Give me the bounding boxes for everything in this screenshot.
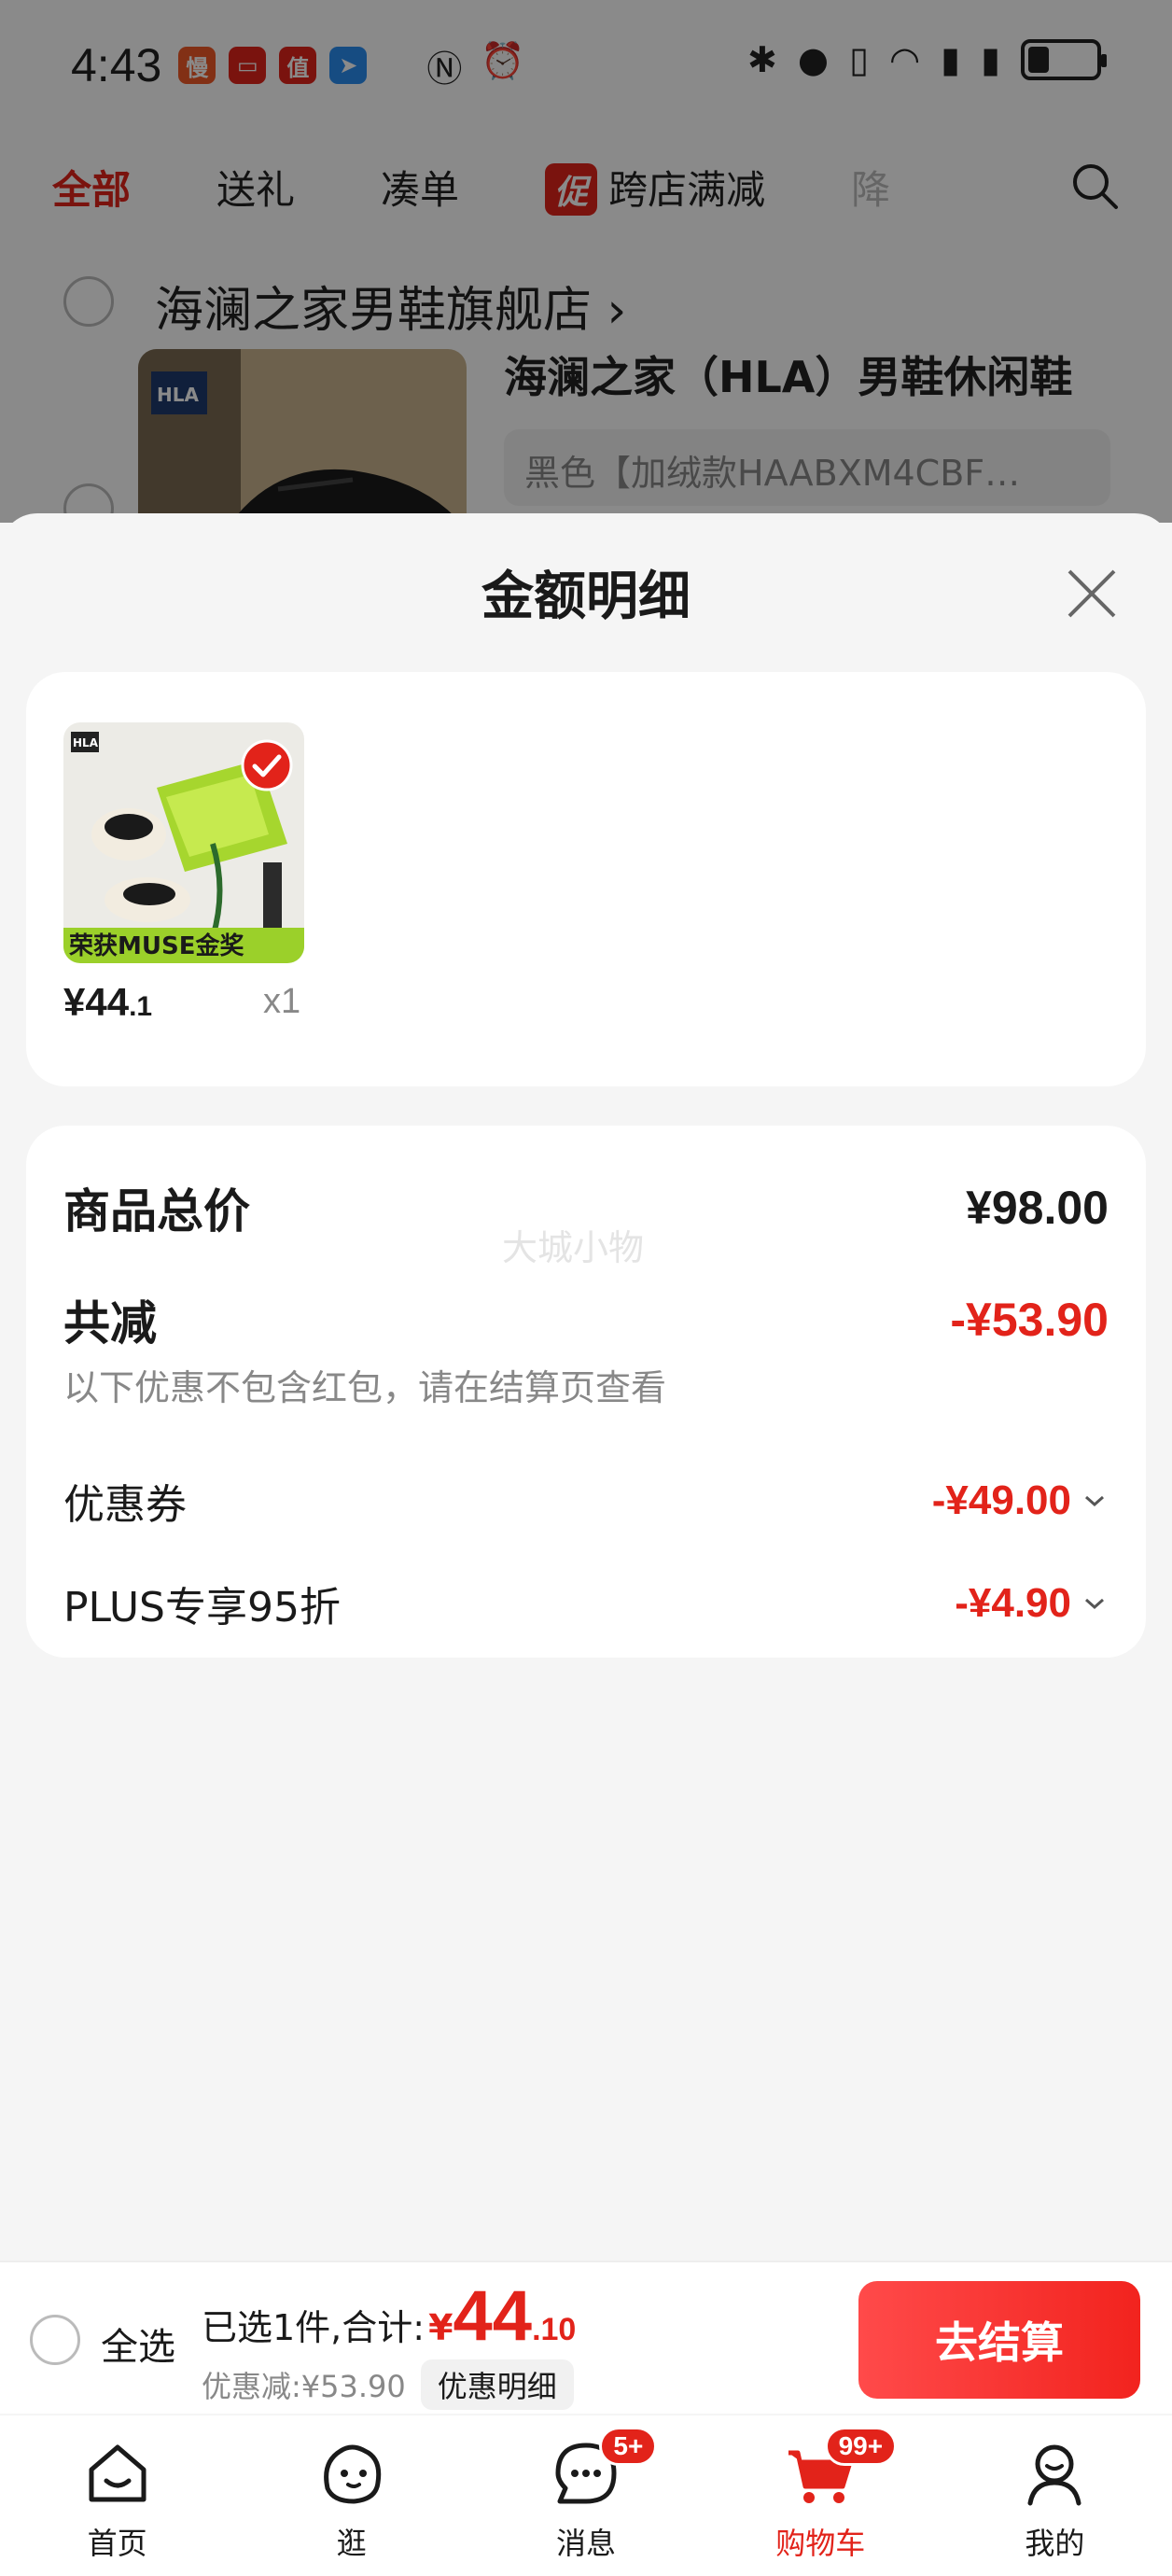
discount-amount: 优惠减:¥53.90 (202, 2369, 406, 2404)
nav-label: 首页 (87, 2526, 147, 2561)
nav-cart[interactable]: 99+ 购物车 (704, 2415, 938, 2576)
home-icon (89, 2444, 146, 2502)
reduce-label: 共减 (63, 1296, 157, 1351)
nav-home[interactable]: 首页 (0, 2415, 234, 2576)
modal-overlay[interactable] (0, 0, 1172, 523)
profile-icon (1027, 2444, 1081, 2506)
message-badge: 5+ (599, 2427, 658, 2466)
sheet-title: 金额明细 (481, 567, 691, 627)
cart-badge: 99+ (824, 2427, 898, 2466)
checkout-button[interactable]: 去结算 (858, 2281, 1140, 2399)
nav-browse[interactable]: 逛 (234, 2415, 468, 2576)
plus-discount-label: PLUS专享95折 (63, 1584, 341, 1631)
selected-items-card: HLA 荣获MUSE金奖 ¥44.1 x1 (26, 672, 1146, 1086)
product-image: HLA 荣获MUSE金奖 (63, 722, 304, 963)
select-all-label[interactable]: 全选 (101, 2317, 175, 2371)
nav-label: 逛 (336, 2526, 367, 2561)
nav-label: 我的 (1025, 2526, 1085, 2561)
coupon-value[interactable]: -¥49.00 (932, 1477, 1109, 1524)
browse-icon (323, 2444, 381, 2504)
total-value: ¥98.00 (966, 1182, 1109, 1234)
plus-discount-value[interactable]: -¥4.90 (955, 1580, 1109, 1627)
selected-count: 已选1件,合计: (202, 2307, 426, 2348)
chevron-down-icon[interactable] (1081, 1487, 1109, 1515)
reduce-value: -¥53.90 (950, 1294, 1109, 1346)
select-all-radio[interactable] (30, 2315, 80, 2365)
product-quantity: x1 (263, 982, 301, 1021)
plus-discount-row[interactable]: PLUS专享95折 -¥4.90 (63, 1574, 1109, 1633)
product-image-caption: 荣获MUSE金奖 (69, 931, 244, 960)
total-integer: 44 (453, 2276, 533, 2356)
nav-messages[interactable]: 5+ 消息 (468, 2415, 703, 2576)
check-icon (241, 739, 293, 791)
reduce-row: 共减 -¥53.90 (63, 1286, 1109, 1353)
nav-label: 消息 (556, 2526, 617, 2561)
coupon-label: 优惠券 (63, 1481, 187, 1529)
coupon-row[interactable]: 优惠券 -¥49.00 (63, 1471, 1109, 1531)
discount-detail-button[interactable]: 优惠明细 (420, 2359, 574, 2410)
bottom-nav: 首页 逛 5+ 消息 99+ 购物车 我的 (0, 2415, 1172, 2576)
nav-profile[interactable]: 我的 (938, 2415, 1172, 2576)
product-price: ¥44.1 (63, 980, 153, 1024)
discount-note: 以下优惠不包含红包，请在结算页查看 (63, 1367, 667, 1408)
currency-symbol: ¥ (428, 2307, 453, 2348)
chevron-down-icon[interactable] (1081, 1589, 1109, 1617)
close-icon[interactable] (1064, 566, 1120, 622)
checkout-discount: 优惠减:¥53.90 优惠明细 (202, 2359, 574, 2410)
price-summary-card: 大城小物 商品总价 ¥98.00 共减 -¥53.90 以下优惠不包含红包，请在… (26, 1126, 1146, 1658)
nav-label: 购物车 (775, 2526, 866, 2561)
total-label: 商品总价 (63, 1184, 250, 1239)
total-decimal: .10 (532, 2312, 577, 2347)
svg-text:HLA: HLA (73, 736, 99, 749)
total-row: 商品总价 ¥98.00 (63, 1174, 1109, 1241)
checkout-bar: 全选 已选1件,合计: ¥ 44 .10 优惠减:¥53.90 优惠明细 去结算 (0, 2261, 1172, 2414)
checkout-total: 已选1件,合计: ¥ 44 .10 (202, 2281, 576, 2352)
